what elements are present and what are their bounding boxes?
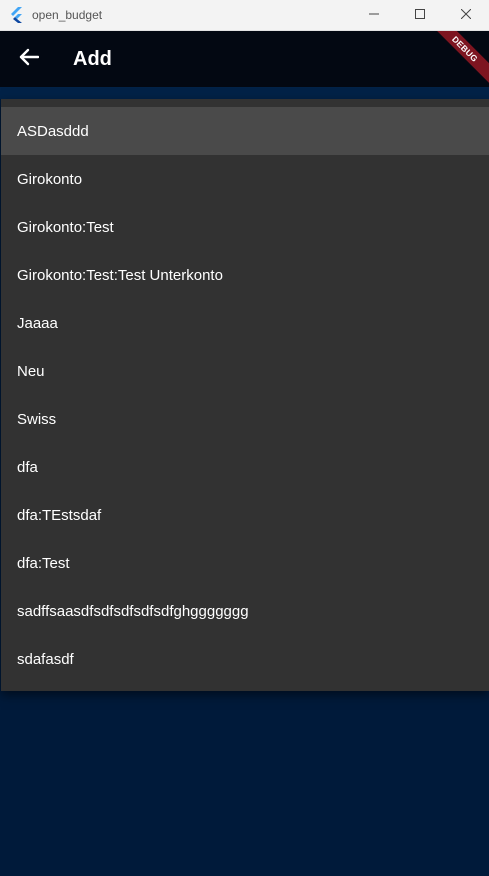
arrow-left-icon — [19, 48, 40, 71]
menu-item[interactable]: Jaaaa — [1, 299, 489, 347]
close-icon — [460, 6, 472, 24]
back-button[interactable] — [1, 31, 57, 87]
menu-item-label: Swiss — [17, 410, 57, 428]
account-dropdown-menu: ASDasddd Girokonto Girokonto:Test Girokonto… — [1, 99, 489, 691]
menu-item-label: sadffsaasdfsdfsdfsdfsdfghggggggg — [17, 602, 249, 620]
window-title-bar: open_budget — [0, 0, 489, 31]
flutter-logo-icon — [9, 7, 25, 23]
close-button[interactable] — [443, 0, 489, 30]
app-bar: Add — [0, 31, 489, 87]
menu-item-label: Girokonto:Test:Test Unterkonto — [17, 266, 223, 284]
menu-item[interactable]: dfa:TEstsdaf — [1, 491, 489, 539]
menu-item[interactable]: sadffsaasdfsdfsdfsdfsdfghggggggg — [1, 587, 489, 635]
menu-item[interactable]: Girokonto:Test — [1, 203, 489, 251]
window-title: open_budget — [32, 8, 103, 22]
menu-item-label: Girokonto:Test — [17, 218, 114, 236]
menu-item[interactable]: Girokonto — [1, 155, 489, 203]
menu-item-label: dfa:TEstsdaf — [17, 506, 102, 524]
menu-item[interactable]: dfa — [1, 443, 489, 491]
maximize-button[interactable] — [397, 0, 443, 30]
menu-item-label: dfa:Test — [17, 554, 70, 572]
menu-item-label: Jaaaa — [17, 314, 58, 332]
maximize-icon — [415, 6, 425, 24]
menu-item-label: dfa — [17, 458, 38, 476]
minimize-icon — [369, 6, 379, 24]
menu-item-label: ASDasddd — [17, 122, 89, 140]
menu-item[interactable]: dfa:Test — [1, 539, 489, 587]
menu-item[interactable]: ASDasddd — [1, 107, 489, 155]
menu-item-label: sdafasdf — [17, 650, 74, 668]
menu-item-label: Neu — [17, 362, 45, 380]
window-controls — [351, 0, 489, 30]
menu-item-label: Girokonto — [17, 170, 83, 188]
appbar-bottom-strip — [0, 87, 489, 99]
menu-item[interactable]: sdafasdf — [1, 635, 489, 683]
menu-item[interactable]: Swiss — [1, 395, 489, 443]
menu-item[interactable]: Neu — [1, 347, 489, 395]
minimize-button[interactable] — [351, 0, 397, 30]
menu-item[interactable]: Girokonto:Test:Test Unterkonto — [1, 251, 489, 299]
page-title: Add — [73, 47, 112, 70]
